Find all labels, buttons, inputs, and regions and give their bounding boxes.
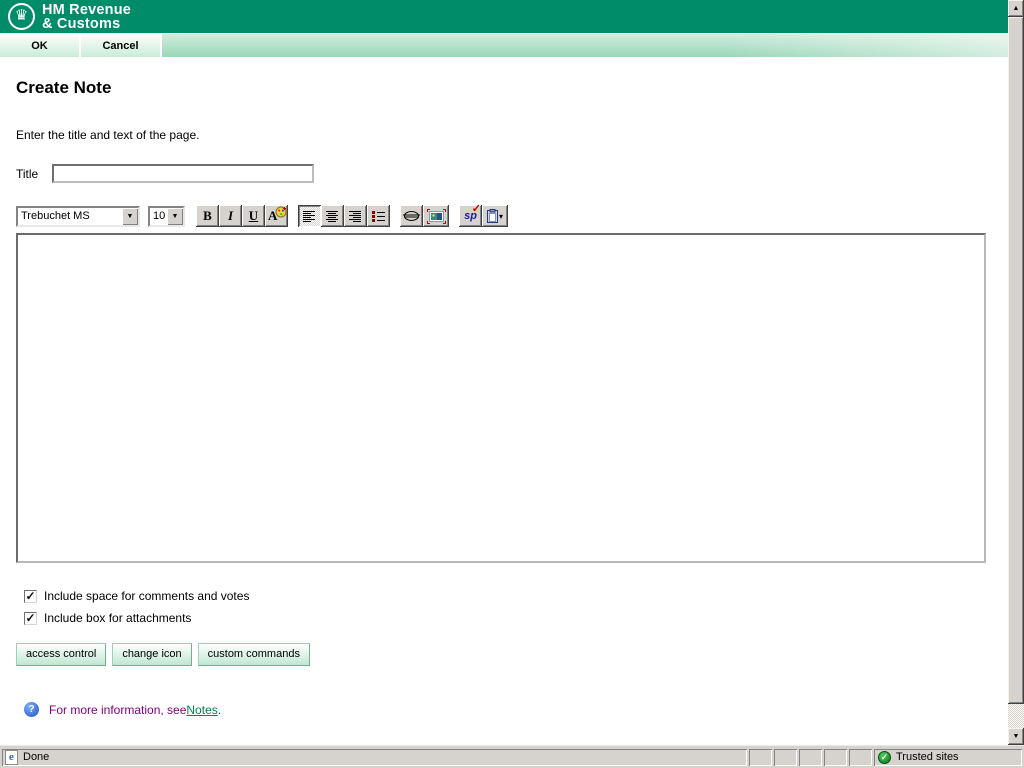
info-text: For more information, see [49, 703, 186, 717]
status-panel [774, 749, 797, 766]
command-bar-fill [162, 34, 1008, 57]
paragraph-group [298, 205, 390, 227]
comments-votes-label: Include space for comments and votes [44, 589, 249, 603]
editor-toolbar: Trebuchet MS ▼ 10 ▼ B I [16, 204, 1008, 228]
align-center-button[interactable] [321, 205, 344, 227]
font-family-value: Trebuchet MS [18, 208, 122, 225]
title-label: Title [16, 167, 38, 181]
insert-image-button[interactable] [423, 205, 449, 227]
align-center-icon [325, 210, 340, 223]
italic-icon: I [228, 208, 233, 224]
content-area: Create Note Enter the title and text of … [0, 57, 1008, 745]
change-icon-button[interactable]: change icon [112, 643, 191, 666]
status-panel [799, 749, 822, 766]
info-row: ? For more information, see Notes. [24, 702, 1008, 717]
paste-button[interactable]: ▾ [482, 205, 508, 227]
instruction-text: Enter the title and text of the page. [16, 128, 1008, 142]
font-color-button[interactable]: A [265, 205, 288, 227]
align-right-button[interactable] [344, 205, 367, 227]
align-right-icon [348, 210, 363, 223]
help-icon: ? [24, 702, 39, 717]
underline-icon: U [249, 208, 258, 224]
bold-icon: B [203, 208, 212, 224]
title-field-row: Title [16, 164, 1008, 183]
link-icon [403, 210, 420, 222]
check-icon: ✓ [472, 202, 481, 215]
palette-icon [274, 206, 287, 219]
title-input[interactable] [52, 164, 314, 183]
note-body-editor[interactable] [16, 233, 986, 563]
font-style-group: B I U A [196, 205, 288, 227]
notes-link[interactable]: Notes [186, 703, 217, 717]
access-control-button[interactable]: access control [16, 643, 106, 666]
crown-icon: ♛ [15, 8, 28, 23]
option-attachments: ✓ Include box for attachments [24, 611, 1008, 625]
scroll-up-button[interactable]: ▲ [1008, 0, 1024, 17]
image-icon [427, 209, 446, 224]
insert-link-button[interactable] [400, 205, 423, 227]
bullet-list-icon [371, 210, 386, 223]
tools-group: sp ✓ ▾ [459, 205, 508, 227]
vertical-scrollbar[interactable]: ▲ ▼ [1008, 0, 1024, 745]
command-bar: OK Cancel [0, 33, 1008, 57]
page-body: ♛ HM Revenue & Customs OK Cancel Create … [0, 0, 1008, 745]
clipboard-icon [487, 209, 498, 223]
brand-line1: HM Revenue [42, 3, 131, 17]
spellcheck-button[interactable]: sp ✓ [459, 205, 482, 227]
scroll-down-button[interactable]: ▼ [1008, 728, 1024, 745]
check-icon: ✓ [25, 591, 35, 601]
option-comments-votes: ✓ Include space for comments and votes [24, 589, 1008, 603]
security-zone-text: Trusted sites [896, 751, 959, 763]
attachments-checkbox[interactable]: ✓ [24, 612, 37, 625]
ie-page-icon: e [5, 750, 18, 765]
chevron-down-icon: ▼ [127, 213, 134, 220]
security-zone-panel: ✓ Trusted sites [874, 749, 1022, 766]
chevron-down-icon: ▼ [172, 213, 179, 220]
status-panel [824, 749, 847, 766]
insert-group [400, 205, 449, 227]
info-suffix: . [218, 703, 221, 717]
brand-text: HM Revenue & Customs [42, 3, 131, 31]
align-left-button[interactable] [298, 205, 321, 227]
custom-commands-button[interactable]: custom commands [198, 643, 310, 666]
ok-button[interactable]: OK [0, 34, 79, 57]
masthead: ♛ HM Revenue & Customs [0, 0, 1008, 33]
chevron-down-icon: ▾ [499, 212, 503, 221]
bold-button[interactable]: B [196, 205, 219, 227]
check-icon: ✓ [25, 613, 35, 623]
trusted-sites-icon: ✓ [878, 751, 891, 764]
scrollbar-thumb[interactable] [1008, 17, 1024, 704]
status-panel [849, 749, 872, 766]
cancel-button[interactable]: Cancel [81, 34, 160, 57]
font-family-dropdown-button[interactable]: ▼ [122, 208, 138, 225]
font-size-dropdown-button[interactable]: ▼ [167, 208, 183, 225]
bullet-list-button[interactable] [367, 205, 390, 227]
font-size-select[interactable]: 10 ▼ [148, 206, 185, 227]
browser-window: ♛ HM Revenue & Customs OK Cancel Create … [0, 0, 1024, 768]
hmrc-logo: ♛ [8, 3, 35, 30]
align-left-icon [302, 210, 317, 223]
status-text: Done [23, 751, 49, 763]
brand-line2: & Customs [42, 17, 131, 31]
italic-button[interactable]: I [219, 205, 242, 227]
font-family-select[interactable]: Trebuchet MS ▼ [16, 206, 140, 227]
underline-button[interactable]: U [242, 205, 265, 227]
secondary-actions: access control change icon custom comman… [16, 643, 1008, 666]
font-size-value: 10 [150, 208, 167, 225]
attachments-label: Include box for attachments [44, 611, 191, 625]
status-bar: e Done ✓ Trusted sites [0, 745, 1024, 768]
status-message-panel: e Done [2, 749, 747, 766]
comments-votes-checkbox[interactable]: ✓ [24, 590, 37, 603]
page-title: Create Note [16, 78, 1008, 98]
status-panel [749, 749, 772, 766]
